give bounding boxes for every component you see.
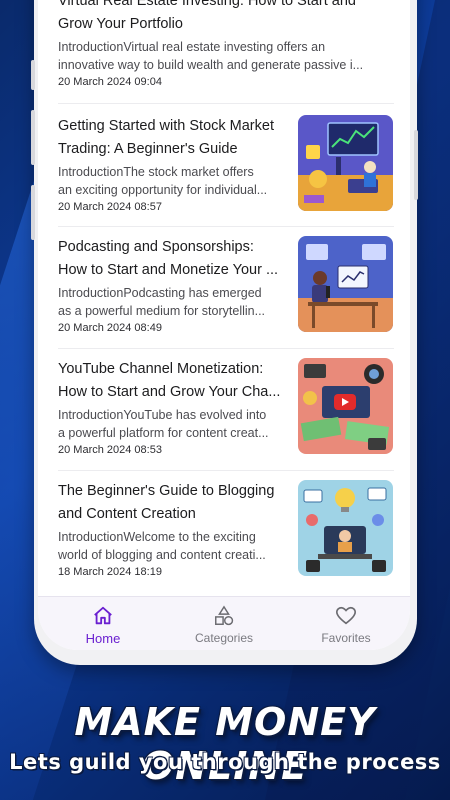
article-date: 20 March 2024 08:57 [58, 201, 162, 213]
article-excerpt: IntroductionPodcasting has emerged as a … [58, 286, 266, 318]
article-excerpt: IntroductionThe stock market offers an e… [58, 165, 268, 197]
bottom-navigation: Home Categories Favorites [38, 596, 410, 650]
phone-side-button [31, 110, 35, 165]
promo-headline: MAKE MONEY ONLINE [74, 700, 376, 788]
article-excerpt: IntroductionVirtual real estate investin… [58, 40, 364, 72]
article-item[interactable]: Podcasting and Sponsorships: How to Star… [58, 236, 394, 344]
nav-categories[interactable]: Categories [169, 605, 279, 645]
article-title: Getting Started with Stock Market Tradin… [58, 118, 274, 157]
article-date: 20 March 2024 09:04 [58, 76, 162, 88]
divider [58, 470, 394, 471]
app-screen: Virtual Real Estate Investing: How to St… [38, 0, 410, 650]
divider [58, 103, 394, 104]
article-item[interactable]: Virtual Real Estate Investing: How to St… [58, 0, 394, 98]
article-item[interactable]: Getting Started with Stock Market Tradin… [58, 115, 394, 223]
article-date: 20 March 2024 08:53 [58, 444, 162, 456]
article-thumbnail [298, 236, 393, 332]
nav-home[interactable]: Home [48, 605, 158, 646]
article-date: 20 March 2024 08:49 [58, 322, 162, 334]
article-title: YouTube Channel Monetization: How to Sta… [58, 361, 281, 400]
divider [58, 348, 394, 349]
divider [58, 226, 394, 227]
article-date: 18 March 2024 18:19 [58, 566, 162, 578]
article-thumbnail [298, 358, 393, 454]
nav-categories-label: Categories [194, 631, 254, 645]
nav-favorites[interactable]: Favorites [291, 605, 401, 645]
nav-home-label: Home [85, 631, 121, 646]
article-thumbnail [298, 480, 393, 576]
article-title: Podcasting and Sponsorships: How to Star… [58, 239, 279, 278]
article-thumbnail [298, 115, 393, 211]
phone-side-button [414, 130, 418, 200]
phone-side-button [31, 60, 35, 90]
article-title: The Beginner's Guide to Blogging and Con… [58, 483, 275, 522]
article-item[interactable]: YouTube Channel Monetization: How to Sta… [58, 358, 394, 466]
article-excerpt: IntroductionYouTube has evolved into a p… [58, 408, 269, 440]
article-excerpt: IntroductionWelcome to the exciting worl… [58, 530, 266, 562]
article-title: Virtual Real Estate Investing: How to St… [58, 0, 356, 32]
categories-shapes-icon [215, 605, 234, 626]
home-icon [94, 606, 112, 625]
article-item[interactable]: The Beginner's Guide to Blogging and Con… [58, 480, 394, 588]
nav-favorites-label: Favorites [321, 631, 371, 645]
promo-subline: Lets guild you through the process [9, 750, 441, 774]
heart-icon [336, 606, 356, 625]
phone-side-button [31, 185, 35, 240]
